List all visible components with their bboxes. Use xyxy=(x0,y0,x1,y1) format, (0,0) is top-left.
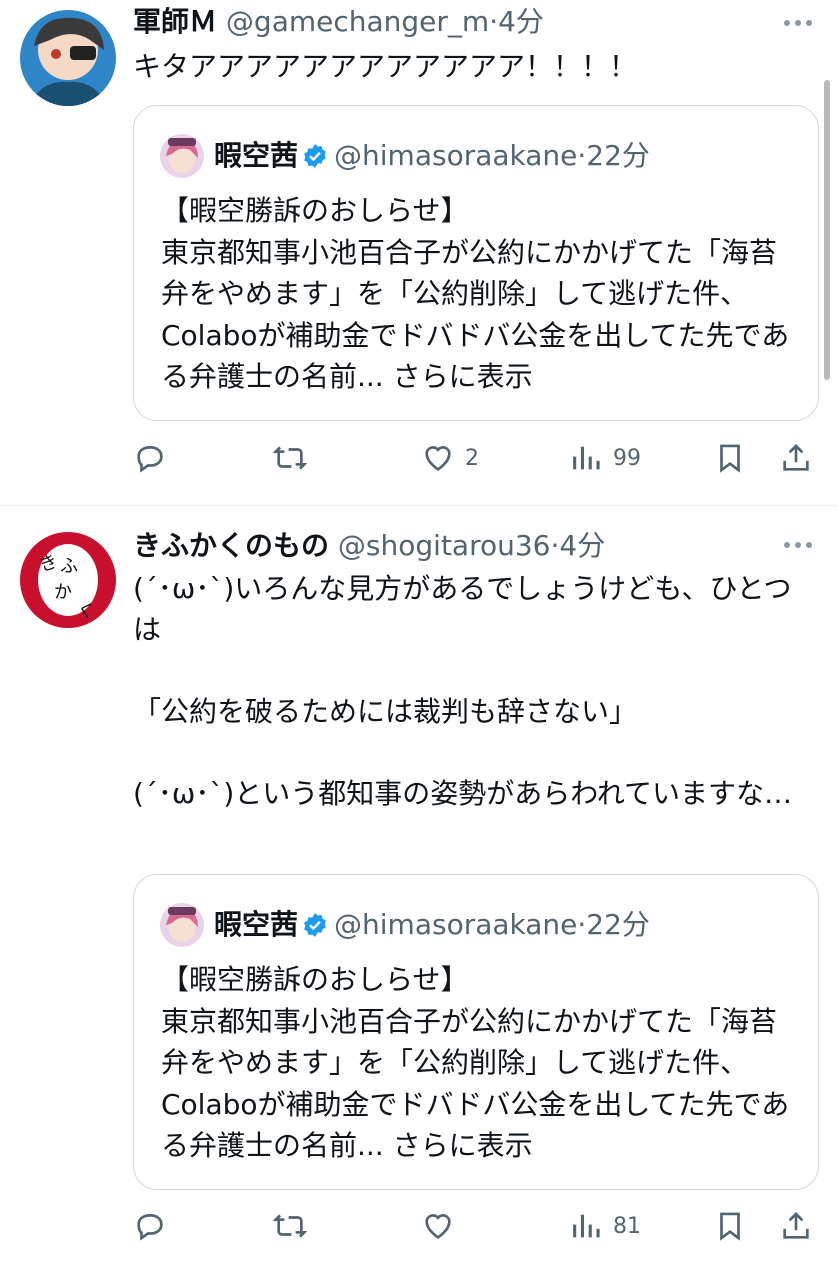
quoted-author-name: 暇空茜 xyxy=(214,908,299,941)
bookmark-button[interactable] xyxy=(713,1206,747,1246)
bookmark-icon xyxy=(720,444,740,473)
author-name[interactable]: 軍師Ｍ xyxy=(133,5,217,38)
action-bar: 2 99 xyxy=(133,438,823,478)
verified-icon xyxy=(304,913,326,937)
separator-dot: · xyxy=(577,908,587,941)
quoted-author-handle: @himasoraakane xyxy=(334,908,578,941)
more-icon[interactable] xyxy=(784,13,816,33)
quoted-timestamp: 22分 xyxy=(586,908,650,941)
separator-dot: · xyxy=(489,5,499,38)
author-handle[interactable]: @shogitarou36 xyxy=(338,529,551,562)
quoted-author-name: 暇空茜 xyxy=(214,139,299,172)
svg-text:ふ: ふ xyxy=(60,556,78,577)
quoted-tweet[interactable]: 暇空茜 @himasoraakane·22分 【暇空勝訴のおしらせ】 東京都知事小… xyxy=(133,874,819,1190)
retweet-button[interactable] xyxy=(273,438,307,478)
tweet-header: きふかくのもの @shogitarou36·4分 xyxy=(133,526,778,566)
action-bar: 81 xyxy=(133,1206,823,1246)
share-button[interactable] xyxy=(779,438,813,478)
avatar[interactable] xyxy=(20,10,116,106)
bookmark-button[interactable] xyxy=(713,438,747,478)
bookmark-icon xyxy=(720,1212,740,1241)
quoted-avatar xyxy=(160,134,204,178)
author-handle[interactable]: @gamechanger_m xyxy=(226,5,489,38)
reply-button[interactable] xyxy=(133,1206,167,1246)
quoted-header: 暇空茜 @himasoraakane·22分 xyxy=(214,134,650,178)
share-icon xyxy=(783,1212,809,1239)
retweet-icon xyxy=(273,1214,307,1238)
quoted-text: 【暇空勝訴のおしらせ】 東京都知事小池百合子が公約にかかげてた「海苔弁をやめます… xyxy=(161,190,801,398)
view-count: 99 xyxy=(613,445,641,471)
reply-button[interactable] xyxy=(133,438,167,478)
avatar[interactable]: き ふ か く xyxy=(20,532,116,628)
author-name[interactable]: きふかくのもの xyxy=(133,529,329,562)
timestamp[interactable]: 4分 xyxy=(559,529,605,562)
quoted-header: 暇空茜 @himasoraakane·22分 xyxy=(214,903,650,947)
views-button[interactable]: 81 xyxy=(569,1206,641,1246)
views-icon xyxy=(573,1214,600,1238)
tweet-text: (´･ω･`)いろんな見方があるでしょうけども、ひとつは 「公約を破るためには裁… xyxy=(133,572,793,810)
svg-text:か: か xyxy=(54,582,72,603)
like-count: 2 xyxy=(465,445,479,471)
separator-dot: · xyxy=(577,139,587,172)
reply-icon xyxy=(137,1214,163,1241)
show-more-link[interactable]: さらに表示 xyxy=(393,360,533,393)
retweet-icon xyxy=(273,446,307,470)
verified-icon xyxy=(304,144,326,168)
tweet-header: 軍師Ｍ @gamechanger_m·4分 xyxy=(133,2,778,42)
views-button[interactable]: 99 xyxy=(569,438,641,478)
quoted-timestamp: 22分 xyxy=(586,139,650,172)
view-count: 81 xyxy=(613,1213,641,1239)
show-more-link[interactable]: さらに表示 xyxy=(393,1129,533,1162)
reply-icon xyxy=(137,446,163,473)
like-icon xyxy=(425,1214,451,1239)
like-button[interactable]: 2 xyxy=(421,438,479,478)
timestamp[interactable]: 4分 xyxy=(498,5,544,38)
quoted-avatar xyxy=(160,903,204,947)
quoted-tweet[interactable]: 暇空茜 @himasoraakane·22分 【暇空勝訴のおしらせ】 東京都知事小… xyxy=(133,105,819,421)
share-button[interactable] xyxy=(779,1206,813,1246)
like-icon xyxy=(425,446,451,471)
more-icon[interactable] xyxy=(784,535,816,555)
tweet[interactable]: 軍師Ｍ @gamechanger_m·4分 キタアアアアアアアアアアアア！！！！… xyxy=(0,0,838,505)
views-icon xyxy=(573,446,600,470)
retweet-button[interactable] xyxy=(273,1206,307,1246)
like-button[interactable] xyxy=(421,1206,465,1246)
tweet-text: キタアアアアアアアアアアアア！！！！ xyxy=(133,50,638,83)
share-icon xyxy=(783,444,809,471)
quoted-text: 【暇空勝訴のおしらせ】 東京都知事小池百合子が公約にかかげてた「海苔弁をやめます… xyxy=(161,959,801,1167)
quoted-author-handle: @himasoraakane xyxy=(334,139,578,172)
tweet[interactable]: き ふ か く きふかくのもの @shogitarou36·4分 (´･ω･`)… xyxy=(0,506,838,1280)
scrollbar[interactable] xyxy=(824,80,830,380)
